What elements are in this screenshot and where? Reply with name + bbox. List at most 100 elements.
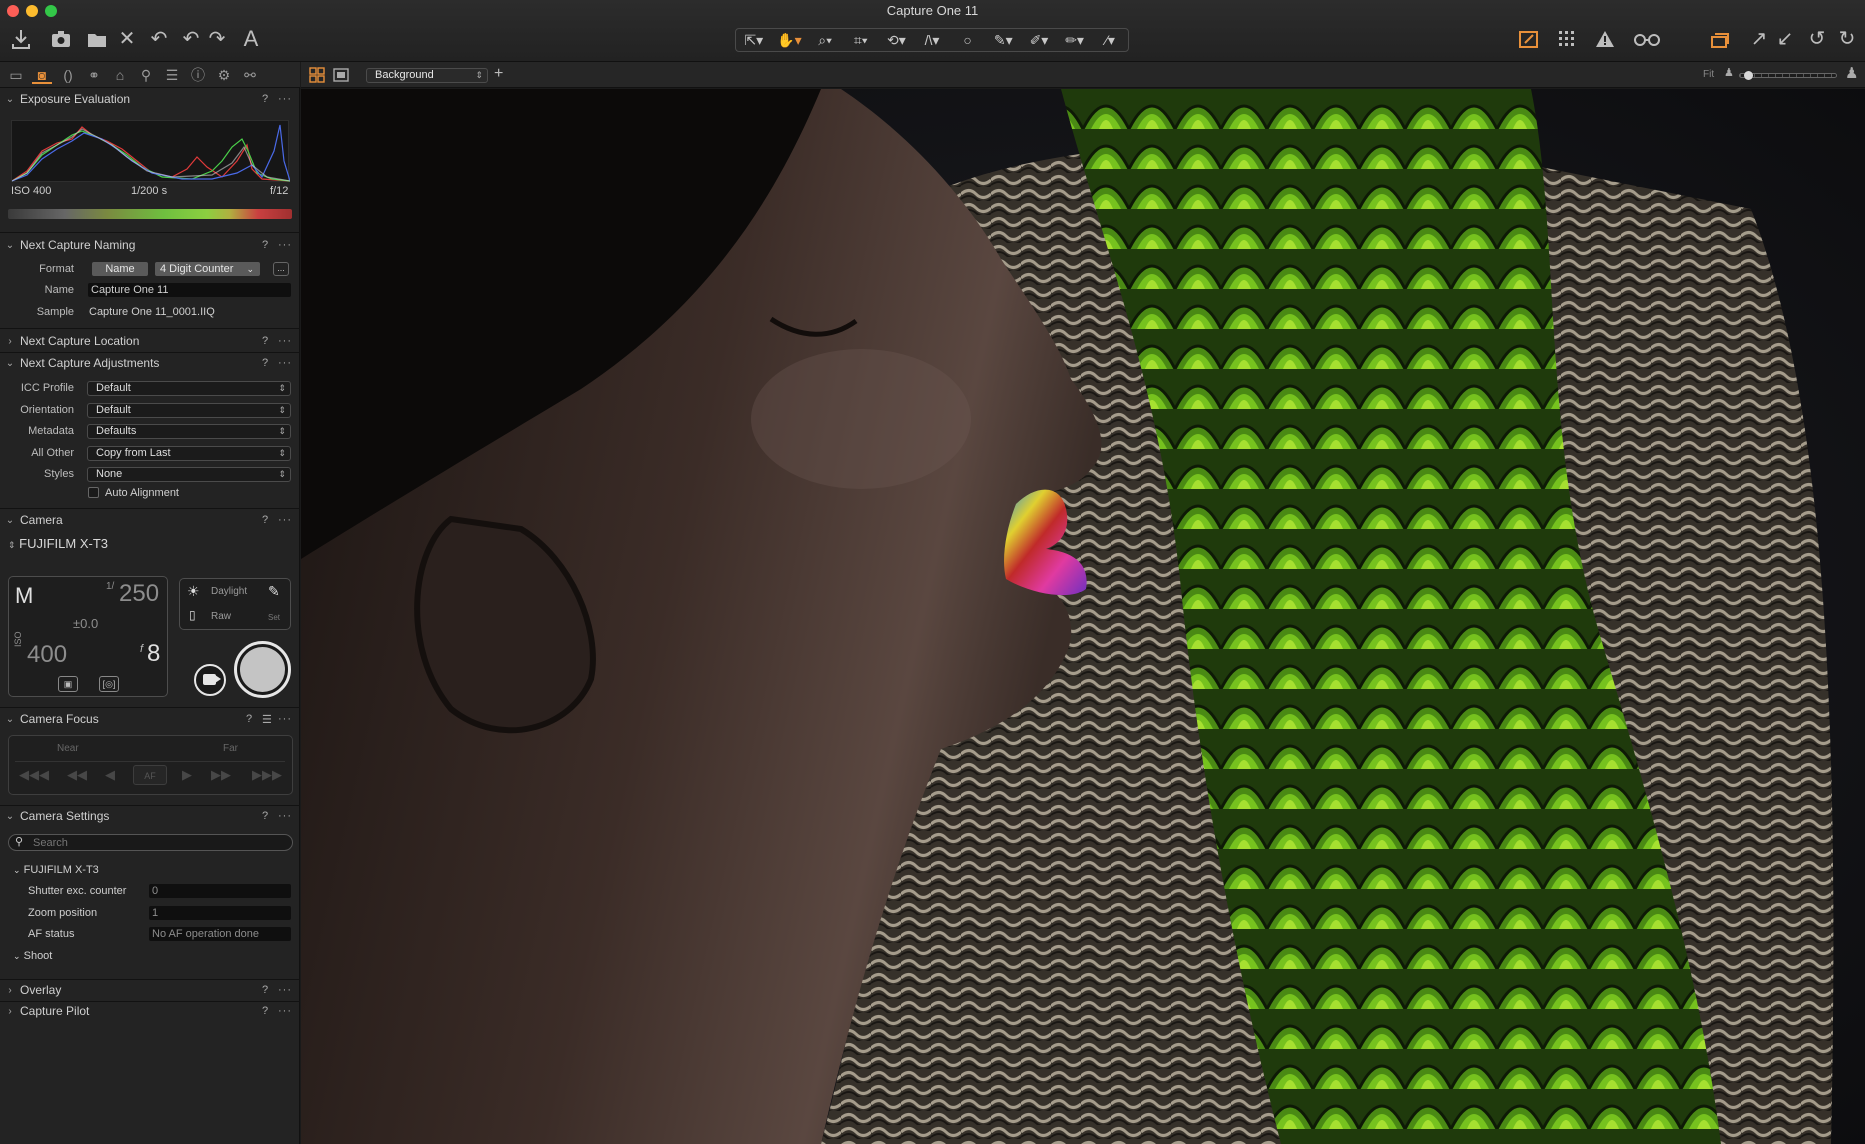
overlay-header[interactable]: › Overlay ? ··· <box>0 980 300 1000</box>
help-icon[interactable]: ? <box>262 1005 278 1017</box>
help-icon[interactable]: ? <box>262 93 278 105</box>
live-view-button[interactable] <box>194 664 226 696</box>
metadata-select[interactable]: Defaults ⇕ <box>87 424 291 439</box>
focus-near-large-icon[interactable]: ◀◀◀ <box>19 767 49 783</box>
metering-mode-button[interactable]: ▣ <box>58 676 78 692</box>
exposure-evaluation-header[interactable]: ⌄ Exposure Evaluation ? ··· <box>0 89 300 109</box>
redo-icon[interactable]: ↷ <box>204 26 230 52</box>
settings-group-header[interactable]: ⌄ FUJIFILM X-T3 <box>13 864 99 876</box>
details-tab-icon[interactable]: ⚲ <box>136 66 156 84</box>
more-icon[interactable]: ··· <box>278 984 300 996</box>
capture-tab-icon[interactable]: ◙ <box>32 66 52 84</box>
aperture-value[interactable]: 8 <box>147 640 160 668</box>
exposure-compensation[interactable]: ±0.0 <box>73 616 98 631</box>
delete-icon[interactable]: ✕ <box>114 26 140 52</box>
crop-icon[interactable]: ⌗▾ <box>843 32 879 49</box>
capture-button[interactable] <box>234 641 291 698</box>
search-input[interactable] <box>33 836 283 849</box>
exposure-mode[interactable]: M <box>15 583 33 609</box>
focus-near-small-icon[interactable]: ◀ <box>105 767 115 783</box>
styles-select[interactable]: None ⇕ <box>87 467 291 482</box>
help-icon[interactable]: ? <box>262 514 278 526</box>
edit-icon[interactable] <box>1516 26 1542 52</box>
brush-icon[interactable]: ✎▾ <box>985 32 1021 49</box>
next-capture-adjustments-header[interactable]: ⌄ Next Capture Adjustments ? ··· <box>0 353 300 373</box>
camera-settings-header[interactable]: ⌄ Camera Settings ? ··· <box>0 806 300 826</box>
focus-far-medium-icon[interactable]: ▶▶ <box>211 767 231 783</box>
add-variant-icon[interactable]: + <box>494 65 503 83</box>
batch-tab-icon[interactable]: ⚯ <box>240 66 260 84</box>
stack-icon[interactable] <box>1707 26 1733 52</box>
capture-icon[interactable] <box>48 26 74 52</box>
variant-select[interactable]: Background ⇕ <box>366 68 488 83</box>
zoom-slider[interactable] <box>1739 71 1837 80</box>
next-capture-naming-header[interactable]: ⌄ Next Capture Naming ? ··· <box>0 235 300 255</box>
auto-alignment-checkbox[interactable] <box>88 487 99 498</box>
help-icon[interactable]: ? <box>262 357 278 369</box>
library-tab-icon[interactable]: ▭ <box>6 66 26 84</box>
shutter-value[interactable]: 250 <box>119 580 159 608</box>
zoom-slider-knob[interactable] <box>1744 71 1753 80</box>
help-icon[interactable]: ? <box>246 713 262 725</box>
folder-icon[interactable] <box>84 26 110 52</box>
capture-pilot-header[interactable]: › Capture Pilot ? ··· <box>0 1001 300 1021</box>
help-icon[interactable]: ? <box>262 239 278 251</box>
name-field[interactable]: Capture One 11 <box>88 283 291 297</box>
more-icon[interactable]: ··· <box>278 239 300 251</box>
exposure-warning-icon[interactable] <box>1592 26 1618 52</box>
lens-tab-icon[interactable]: () <box>58 66 78 84</box>
orientation-select[interactable]: Default ⇕ <box>87 403 291 418</box>
undo-step-icon[interactable]: ↶ <box>178 26 204 52</box>
proof-glasses-icon[interactable] <box>1630 26 1664 52</box>
pan-hand-icon[interactable]: ✋▾ <box>772 32 808 49</box>
spot-icon[interactable]: ○ <box>950 32 986 48</box>
single-view-icon[interactable] <box>333 67 349 83</box>
focus-near-medium-icon[interactable]: ◀◀ <box>67 767 87 783</box>
gradient-icon[interactable]: ✏▾ <box>1057 32 1093 49</box>
more-icon[interactable]: ··· <box>278 514 300 526</box>
zoom-icon[interactable]: ⌕▾ <box>807 32 843 49</box>
camera-model-selector[interactable]: ⇕ FUJIFILM X-T3 <box>8 536 108 551</box>
format-token-counter[interactable]: 4 Digit Counter ⌄ <box>155 262 260 276</box>
import-icon[interactable] <box>8 26 34 52</box>
format-more-button[interactable]: ... <box>273 262 289 276</box>
more-icon[interactable]: ··· <box>278 810 300 822</box>
help-icon[interactable]: ? <box>262 335 278 347</box>
output-tab-icon[interactable]: ⚙ <box>214 66 234 84</box>
keystone-icon[interactable]: /\▾ <box>914 32 950 49</box>
text-icon[interactable]: A <box>238 26 264 52</box>
metadata-tab-icon[interactable]: ⓘ <box>188 66 208 84</box>
camera-header[interactable]: ⌄ Camera ? ··· <box>0 510 300 530</box>
more-icon[interactable]: ··· <box>278 357 300 369</box>
eraser-icon[interactable]: ✐▾ <box>1021 32 1057 49</box>
collapse-icon[interactable]: ↙ <box>1772 26 1798 52</box>
all-other-select[interactable]: Copy from Last ⇕ <box>87 446 291 461</box>
focus-mode-button[interactable]: [◎] <box>99 676 119 692</box>
undo-icon[interactable]: ↶ <box>146 26 172 52</box>
grid-view-icon[interactable] <box>309 67 325 83</box>
white-balance-value[interactable]: Daylight <box>211 586 247 597</box>
help-icon[interactable]: ? <box>262 810 278 822</box>
focus-far-small-icon[interactable]: ▶ <box>182 767 192 783</box>
grid-icon[interactable] <box>1554 26 1580 52</box>
expand-icon[interactable]: ↗ <box>1746 26 1772 52</box>
exposure-tab-icon[interactable]: ⌂ <box>110 66 130 84</box>
focus-far-large-icon[interactable]: ▶▶▶ <box>252 767 282 783</box>
list-icon[interactable]: ☰ <box>262 713 278 726</box>
icc-profile-select[interactable]: Default ⇕ <box>87 381 291 396</box>
color-tab-icon[interactable]: ⚭ <box>84 66 104 84</box>
more-icon[interactable]: ··· <box>278 1005 300 1017</box>
eyedropper-icon[interactable]: ✎ <box>268 583 280 600</box>
help-icon[interactable]: ? <box>262 984 278 996</box>
local-tab-icon[interactable]: ☰ <box>162 66 182 84</box>
select-pointer-icon[interactable]: ⇱▾ <box>736 32 772 49</box>
shoot-group-header[interactable]: ⌄ Shoot <box>13 950 52 962</box>
file-format-value[interactable]: Raw <box>211 611 231 622</box>
rotate-icon[interactable]: ⟲▾ <box>879 32 915 49</box>
rotate-left-icon[interactable]: ↺ <box>1804 26 1830 52</box>
image-viewer[interactable] <box>301 89 1865 1144</box>
more-icon[interactable]: ··· <box>278 93 300 105</box>
more-icon[interactable]: ··· <box>278 713 300 725</box>
next-capture-location-header[interactable]: › Next Capture Location ? ··· <box>0 331 300 351</box>
more-icon[interactable]: ··· <box>278 335 300 347</box>
